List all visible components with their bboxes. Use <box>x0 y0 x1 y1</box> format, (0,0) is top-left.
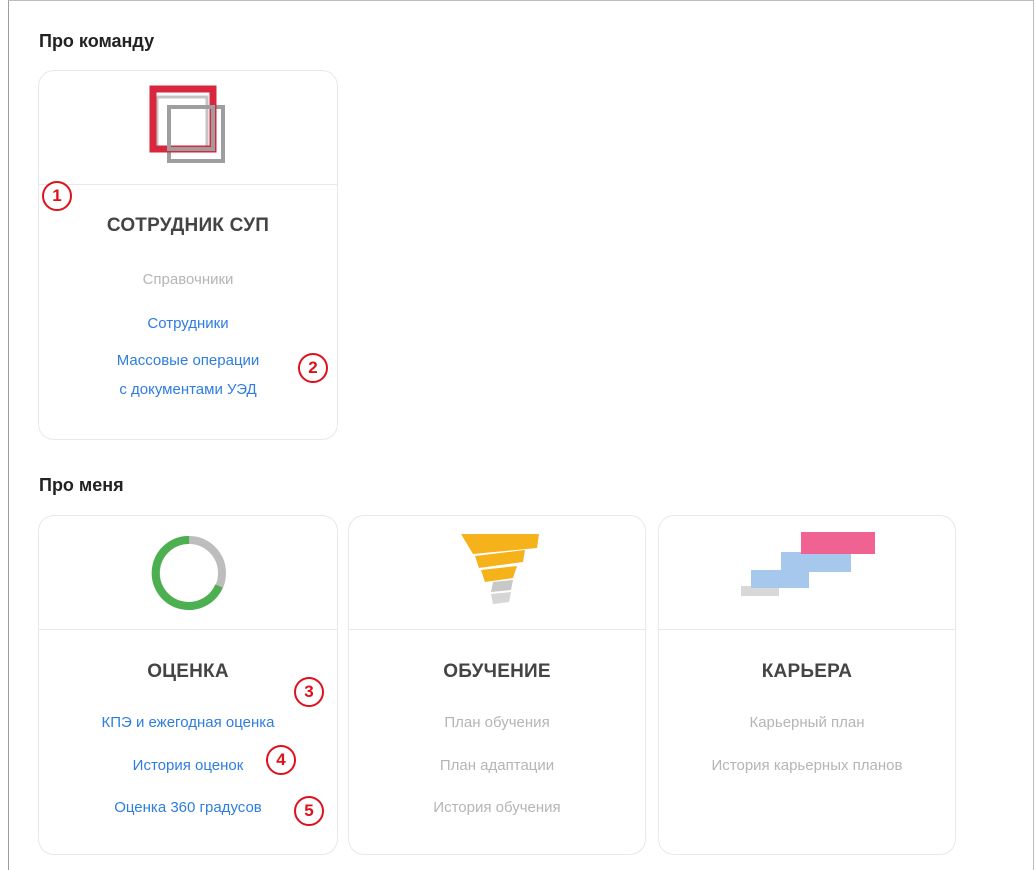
learning-card[interactable]: ОБУЧЕНИЕ План обучения План адаптации Ис… <box>348 515 646 855</box>
section-title-team: Про команду <box>39 31 155 51</box>
annotation-marker: 2 <box>298 353 328 383</box>
card-header <box>39 71 337 185</box>
card-title: СОТРУДНИК СУП <box>106 215 270 236</box>
card-title: ОБУЧЕНИЕ <box>443 661 551 682</box>
spring-icon <box>461 534 539 604</box>
annotation-marker: 5 <box>294 796 324 826</box>
card-title: ОЦЕНКА <box>147 661 229 682</box>
card-header <box>349 516 645 630</box>
kpi-annual-assessment-link[interactable]: КПЭ и ежегодная оценка <box>39 711 337 735</box>
adaptation-plan-link: План адаптации <box>439 757 555 774</box>
ring-progress-icon <box>151 535 226 610</box>
employee-card[interactable]: СОТРУДНИК СУП Справочники Сотрудники Мас… <box>38 70 338 440</box>
employees-link[interactable]: Сотрудники <box>39 312 337 336</box>
annotation-marker: 3 <box>294 677 324 707</box>
card-header <box>39 516 337 630</box>
learning-history-link: История обучения <box>433 799 561 816</box>
career-plans-history-link: История карьерных планов <box>711 757 903 774</box>
mass-operations-link-line2[interactable]: с документами УЭД <box>39 378 337 402</box>
career-plan-link: Карьерный план <box>749 714 865 731</box>
career-steps-icon <box>741 532 875 596</box>
annotation-marker: 1 <box>42 181 72 211</box>
assessment-card[interactable]: ОЦЕНКА КПЭ и ежегодная оценка История оц… <box>38 515 338 855</box>
assessment-360-link[interactable]: Оценка 360 градусов <box>39 796 337 820</box>
section-title-me: Про меня <box>39 475 124 495</box>
career-card[interactable]: КАРЬЕРА Карьерный план История карьерных… <box>658 515 956 855</box>
reference-books-link: Справочники <box>142 271 234 288</box>
learning-plan-link: План обучения <box>444 714 550 731</box>
annotation-marker: 4 <box>266 745 296 775</box>
card-title: КАРЬЕРА <box>761 661 853 682</box>
card-header <box>659 516 955 630</box>
mass-operations-link[interactable]: Массовые операции <box>39 349 337 373</box>
overlapping-squares-icon <box>149 85 225 163</box>
